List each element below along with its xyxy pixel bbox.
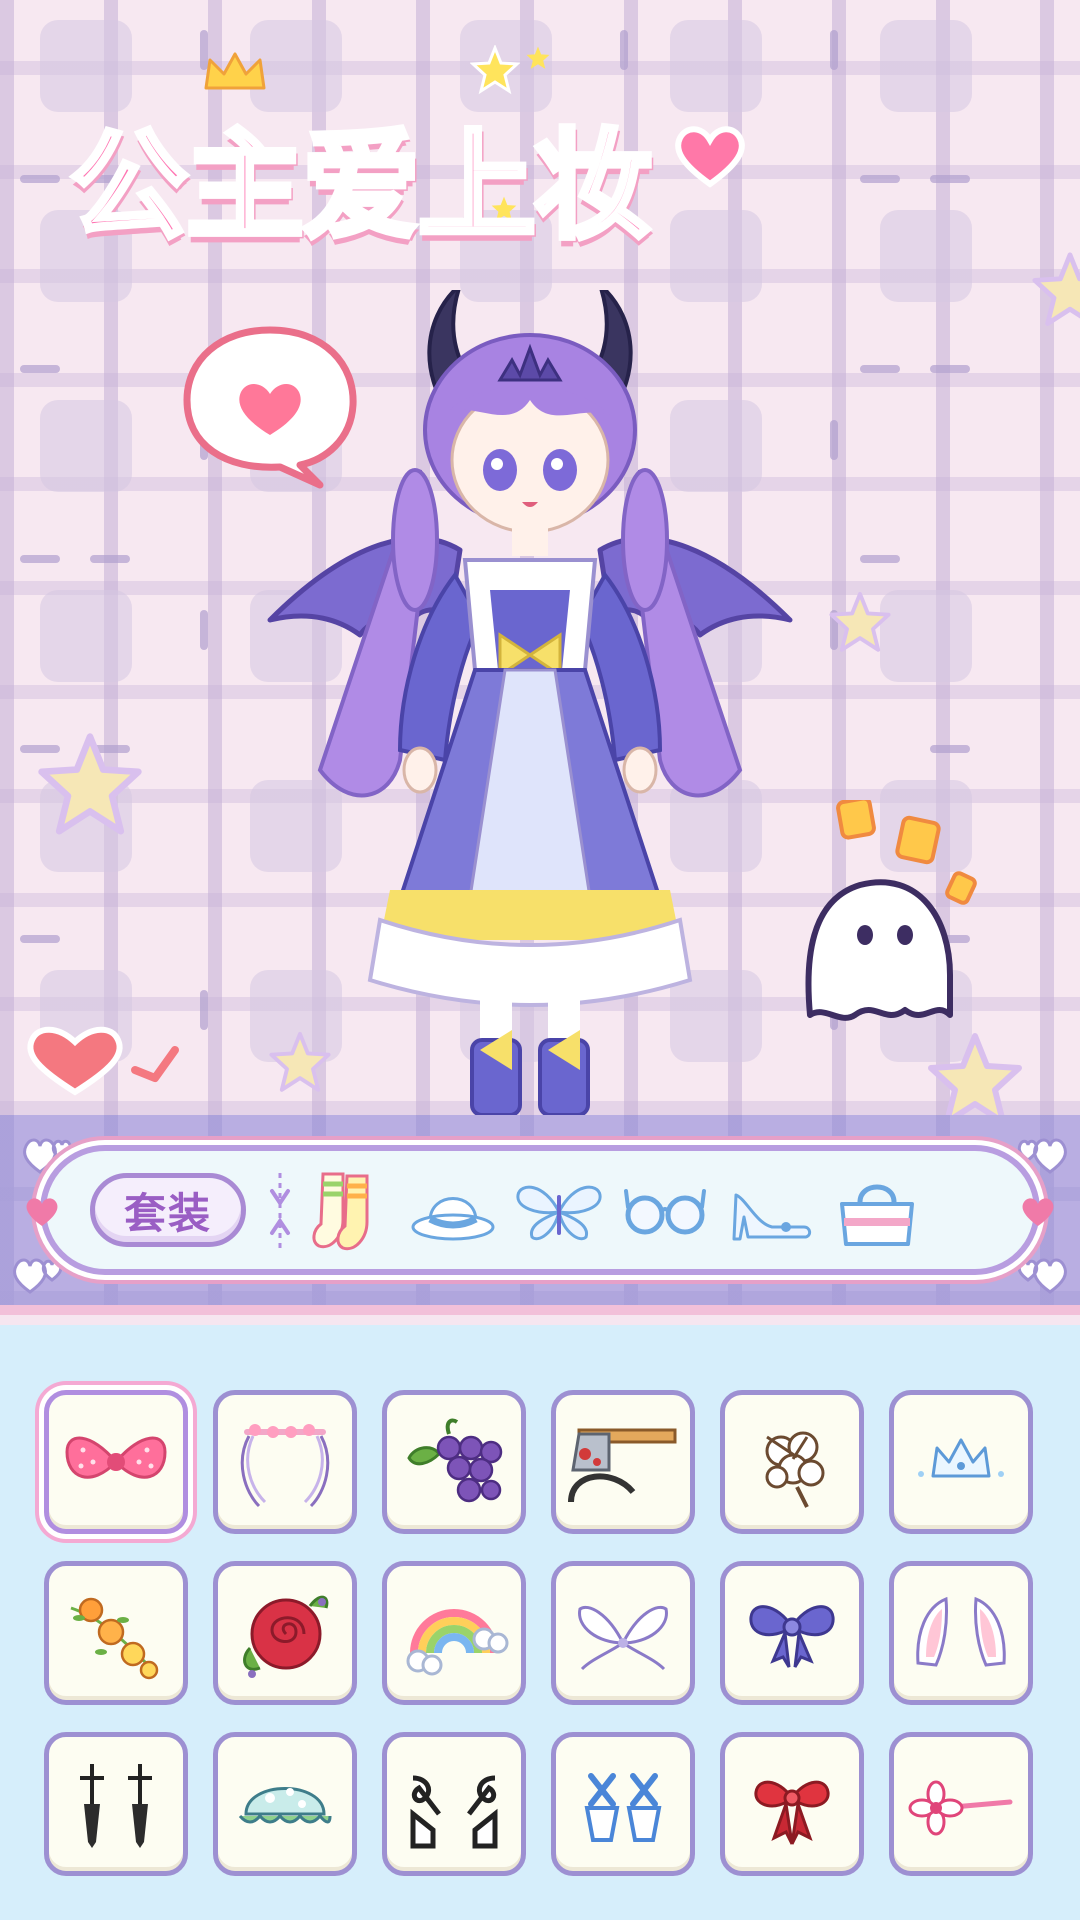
category-wings[interactable] xyxy=(514,1169,604,1255)
star-icon xyxy=(829,591,891,652)
item-slot-grape-clip[interactable] xyxy=(382,1390,526,1534)
star-icon xyxy=(1032,252,1080,326)
rose-icon xyxy=(243,1595,329,1678)
category-bar: 套装 xyxy=(0,1115,1080,1315)
handbag-icon xyxy=(840,1184,914,1246)
item-slot-black-ribbon-clips[interactable] xyxy=(382,1732,526,1876)
heart-icon xyxy=(675,126,745,188)
glasses-icon xyxy=(624,1189,706,1235)
dress-up-stage: 公主爱上妆 xyxy=(0,0,1080,1115)
butterfly-icon xyxy=(516,1185,602,1241)
pink-bow-icon xyxy=(65,1436,167,1479)
game-title: 公主爱上妆 xyxy=(67,115,654,258)
white-bow-icon xyxy=(578,1605,668,1671)
heart-icon xyxy=(26,1198,58,1226)
tiara-icon xyxy=(918,1438,1004,1478)
star-icon xyxy=(928,1033,1022,1115)
category-selector: 套装 xyxy=(26,1145,1054,1275)
socks-icon xyxy=(312,1172,369,1251)
hat-icon xyxy=(411,1197,495,1241)
black-ribbon-icon xyxy=(410,1775,498,1849)
item-slot-red-bow[interactable] xyxy=(720,1732,864,1876)
item-slot-tiara[interactable] xyxy=(889,1390,1033,1534)
flower-headband-icon xyxy=(240,1424,330,1508)
category-glasses[interactable] xyxy=(620,1169,710,1255)
scroll-arrows-icon xyxy=(270,1173,290,1251)
blue-clips-icon xyxy=(584,1773,662,1842)
grapes-icon xyxy=(407,1418,503,1503)
items-panel xyxy=(0,1325,1080,1920)
item-slot-flower-hairpin[interactable] xyxy=(889,1732,1033,1876)
game-logo: 公主爱上妆 xyxy=(60,40,760,258)
category-bag[interactable] xyxy=(832,1169,922,1255)
cotton-icon xyxy=(765,1431,825,1508)
category-hat[interactable] xyxy=(408,1169,498,1255)
category-socks[interactable] xyxy=(302,1169,392,1255)
item-slot-cleaver-headband[interactable] xyxy=(551,1390,695,1534)
item-slot-mint-bonnet[interactable] xyxy=(213,1732,357,1876)
orange-flowers-icon xyxy=(70,1597,159,1680)
item-slot-white-ribbon-bow[interactable] xyxy=(551,1561,695,1705)
ghost-icon xyxy=(805,800,977,1021)
item-slot-blue-cross-clips[interactable] xyxy=(551,1732,695,1876)
blue-bow-icon xyxy=(749,1605,835,1668)
rabbit-ears-icon xyxy=(916,1596,1006,1667)
item-slot-cotton-clip[interactable] xyxy=(720,1390,864,1534)
outfit-set-button[interactable]: 套装 xyxy=(90,1173,246,1247)
category-shoes[interactable] xyxy=(726,1169,816,1255)
outfit-set-label: 套装 xyxy=(123,1188,212,1238)
item-slot-bunny-ears[interactable] xyxy=(889,1561,1033,1705)
item-slot-flower-vine[interactable] xyxy=(44,1561,188,1705)
cleaver-icon xyxy=(568,1428,677,1503)
item-slot-flower-headband[interactable] xyxy=(213,1390,357,1534)
item-slot-red-rose[interactable] xyxy=(213,1561,357,1705)
bonnet-icon xyxy=(238,1787,332,1824)
black-pins-icon xyxy=(80,1764,152,1848)
item-slot-pink-bow[interactable] xyxy=(44,1390,188,1534)
flower-pin-icon xyxy=(908,1780,1013,1836)
doll-character xyxy=(267,290,793,1115)
item-slot-blue-bow[interactable] xyxy=(720,1561,864,1705)
rainbow-icon xyxy=(406,1609,509,1676)
high-heel-icon xyxy=(732,1193,812,1241)
heart-icon xyxy=(27,1026,179,1096)
item-slot-rainbow-clip[interactable] xyxy=(382,1561,526,1705)
item-slot-black-pins[interactable] xyxy=(44,1732,188,1876)
crown-icon xyxy=(204,52,266,90)
red-bow-icon xyxy=(754,1780,830,1845)
heart-icon xyxy=(1022,1198,1054,1226)
star-icon xyxy=(38,733,142,835)
